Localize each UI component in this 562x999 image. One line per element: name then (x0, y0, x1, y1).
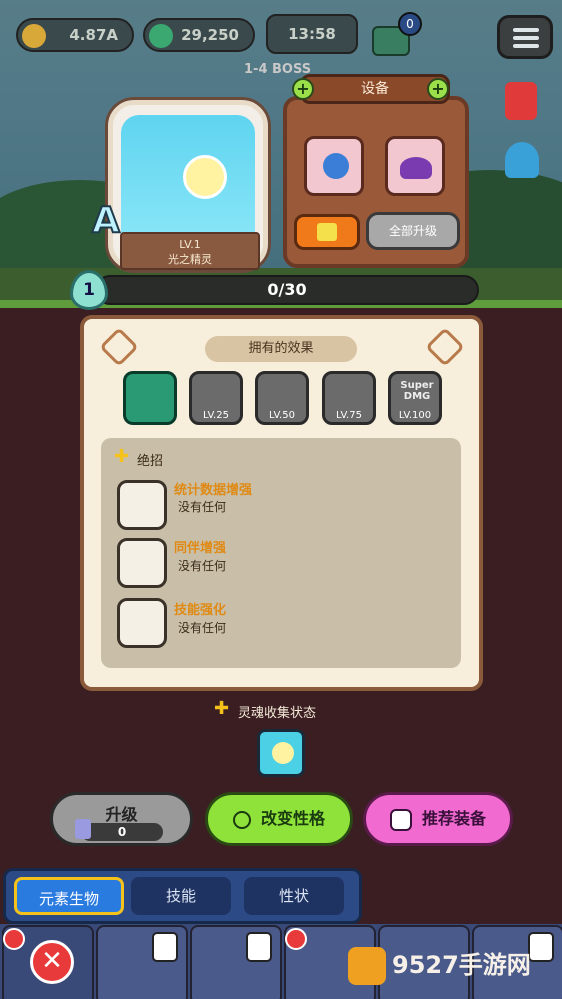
watermark-logo-icon (348, 947, 386, 985)
staff-icon (323, 153, 349, 179)
skills-title: 绝招 (137, 454, 164, 469)
menu-icon (513, 28, 539, 32)
soul-spirit-icon[interactable] (257, 729, 305, 777)
skills-plus-icon: ✚ (114, 446, 130, 467)
upgrade-cost: 0 (81, 823, 163, 841)
lock-icon (246, 932, 272, 962)
skill-name-1: 统计数据增强 (174, 483, 253, 498)
new-badge-icon (285, 928, 307, 950)
companion-boost-icon[interactable] (117, 538, 167, 588)
gold-coin-icon (22, 24, 46, 48)
equip-check-icon (317, 223, 337, 241)
gold-counter: 4.87A (16, 18, 134, 52)
character-nameplate: LV.1 光之精灵 (120, 232, 260, 270)
skill-desc-3: 没有任何 (178, 621, 227, 635)
recommend-equipment-button[interactable]: 推荐装备 (363, 792, 513, 846)
character-name: 光之精灵 (168, 253, 212, 266)
light-spirit-icon (183, 155, 227, 199)
crystal-icon (75, 819, 91, 839)
dice-icon (389, 808, 412, 831)
auto-equip-button[interactable] (294, 214, 360, 250)
effect-crystal-sword-icon[interactable] (123, 371, 177, 425)
effect-power-icon[interactable]: LV.25 (189, 371, 243, 425)
change-personality-button[interactable]: 改变性格 (205, 792, 353, 846)
tab-skills[interactable]: 技能 (131, 877, 231, 915)
tab-traits[interactable]: 性状 (244, 877, 344, 915)
watermark: 9527手游网 (348, 939, 558, 991)
tab-elemental-creatures[interactable]: 元素生物 (14, 877, 124, 915)
character-level: LV.1 (179, 238, 201, 251)
skill-name-3: 技能强化 (174, 603, 227, 618)
skill-desc-2: 没有任何 (178, 559, 227, 573)
wizard-hat-icon (400, 157, 432, 179)
mail-badge: 0 (398, 12, 422, 36)
equipment-right-plus-icon: + (427, 78, 449, 100)
wizard-icon[interactable] (505, 142, 539, 178)
lock-icon (152, 932, 178, 962)
menu-button[interactable] (497, 15, 553, 59)
soul-collection-title: 灵魂收集状态 (238, 706, 317, 721)
rank-badge: A (91, 199, 121, 242)
equipment-left-plus-icon: + (292, 78, 314, 100)
event-icon[interactable] (505, 82, 537, 120)
effect-heart-icon[interactable]: LV.75 (322, 371, 376, 425)
cycle-icon (232, 810, 251, 829)
equipment-slot-staff[interactable] (304, 136, 364, 196)
skill-desc-1: 没有任何 (178, 500, 227, 514)
upgrade-all-button[interactable]: 全部升级 (366, 212, 460, 250)
effects-title: 拥有的效果 (205, 336, 357, 362)
equipment-slot-hat[interactable] (385, 136, 445, 196)
timer-display: 13:58 (266, 14, 358, 54)
upgrade-button[interactable]: 升级 0 (50, 792, 193, 846)
skill-enhance-icon[interactable] (117, 598, 167, 648)
soul-plus-icon: ✚ (214, 698, 230, 719)
gem-counter: 29,250 (143, 18, 255, 52)
new-badge-icon (3, 928, 25, 950)
progress-text: 0/30 (267, 280, 307, 299)
close-icon[interactable]: ✕ (30, 940, 74, 984)
stage-label: 1-4 BOSS (244, 62, 312, 77)
skill-name-2: 同伴增强 (174, 541, 227, 556)
effect-super-dmg-icon[interactable]: Super DMG LV.100 (388, 371, 442, 425)
stats-boost-icon[interactable] (117, 480, 167, 530)
level-leaf-badge: 1 (70, 270, 108, 310)
progress-bar: 0/30 (95, 275, 479, 305)
gem-icon (149, 24, 173, 48)
effect-compass-icon[interactable]: LV.50 (255, 371, 309, 425)
